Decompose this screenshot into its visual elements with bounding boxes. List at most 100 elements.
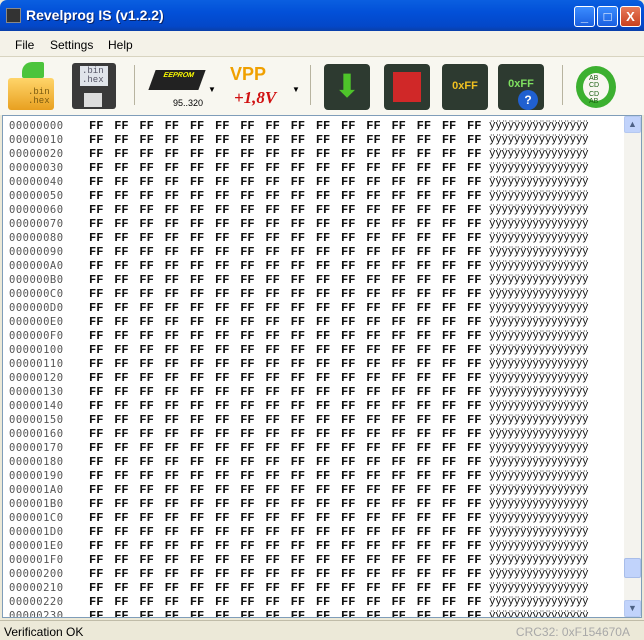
- read-button[interactable]: ⬇: [322, 60, 374, 110]
- chevron-down-icon[interactable]: ▼: [292, 85, 300, 94]
- row-bytes[interactable]: FF FF FF FF FF FF FF FF FF FF FF FF FF F…: [89, 427, 481, 441]
- row-bytes[interactable]: FF FF FF FF FF FF FF FF FF FF FF FF FF F…: [89, 371, 481, 385]
- row-ascii[interactable]: ÿÿÿÿÿÿÿÿÿÿÿÿÿÿÿÿ: [489, 329, 589, 343]
- row-bytes[interactable]: FF FF FF FF FF FF FF FF FF FF FF FF FF F…: [89, 245, 481, 259]
- row-bytes[interactable]: FF FF FF FF FF FF FF FF FF FF FF FF FF F…: [89, 385, 481, 399]
- row-ascii[interactable]: ÿÿÿÿÿÿÿÿÿÿÿÿÿÿÿÿ: [489, 581, 589, 595]
- row-ascii[interactable]: ÿÿÿÿÿÿÿÿÿÿÿÿÿÿÿÿ: [489, 245, 589, 259]
- chip-select-button[interactable]: EEPROM 95..320 ▼: [146, 60, 216, 110]
- row-bytes[interactable]: FF FF FF FF FF FF FF FF FF FF FF FF FF F…: [89, 511, 481, 525]
- row-address: 00000140: [9, 400, 64, 412]
- row-ascii[interactable]: ÿÿÿÿÿÿÿÿÿÿÿÿÿÿÿÿ: [489, 553, 589, 567]
- vpp-select-button[interactable]: VPP +1,8V ▼: [226, 60, 300, 110]
- row-bytes[interactable]: FF FF FF FF FF FF FF FF FF FF FF FF FF F…: [89, 413, 481, 427]
- row-bytes[interactable]: FF FF FF FF FF FF FF FF FF FF FF FF FF F…: [89, 567, 481, 581]
- row-ascii[interactable]: ÿÿÿÿÿÿÿÿÿÿÿÿÿÿÿÿ: [489, 385, 589, 399]
- row-bytes[interactable]: FF FF FF FF FF FF FF FF FF FF FF FF FF F…: [89, 175, 481, 189]
- row-ascii[interactable]: ÿÿÿÿÿÿÿÿÿÿÿÿÿÿÿÿ: [489, 119, 589, 133]
- row-ascii[interactable]: ÿÿÿÿÿÿÿÿÿÿÿÿÿÿÿÿ: [489, 301, 589, 315]
- row-bytes[interactable]: FF FF FF FF FF FF FF FF FF FF FF FF FF F…: [89, 217, 481, 231]
- row-address: 00000230: [9, 610, 64, 618]
- open-folder-icon: .bin .hex: [8, 78, 54, 110]
- row-ascii[interactable]: ÿÿÿÿÿÿÿÿÿÿÿÿÿÿÿÿ: [489, 483, 589, 497]
- row-ascii[interactable]: ÿÿÿÿÿÿÿÿÿÿÿÿÿÿÿÿ: [489, 399, 589, 413]
- row-bytes[interactable]: FF FF FF FF FF FF FF FF FF FF FF FF FF F…: [89, 161, 481, 175]
- row-bytes[interactable]: FF FF FF FF FF FF FF FF FF FF FF FF FF F…: [89, 609, 481, 617]
- row-bytes[interactable]: FF FF FF FF FF FF FF FF FF FF FF FF FF F…: [89, 539, 481, 553]
- row-ascii[interactable]: ÿÿÿÿÿÿÿÿÿÿÿÿÿÿÿÿ: [489, 133, 589, 147]
- blank-check-button[interactable]: 0xFF ?: [496, 60, 548, 110]
- row-ascii[interactable]: ÿÿÿÿÿÿÿÿÿÿÿÿÿÿÿÿ: [489, 175, 589, 189]
- hex-editor[interactable]: 00000000 FF FF FF FF FF FF FF FF FF FF FF…: [2, 115, 642, 618]
- row-bytes[interactable]: FF FF FF FF FF FF FF FF FF FF FF FF FF F…: [89, 553, 481, 567]
- row-ascii[interactable]: ÿÿÿÿÿÿÿÿÿÿÿÿÿÿÿÿ: [489, 469, 589, 483]
- row-ascii[interactable]: ÿÿÿÿÿÿÿÿÿÿÿÿÿÿÿÿ: [489, 217, 589, 231]
- maximize-button[interactable]: □: [597, 6, 618, 27]
- row-ascii[interactable]: ÿÿÿÿÿÿÿÿÿÿÿÿÿÿÿÿ: [489, 567, 589, 581]
- row-bytes[interactable]: FF FF FF FF FF FF FF FF FF FF FF FF FF F…: [89, 231, 481, 245]
- row-ascii[interactable]: ÿÿÿÿÿÿÿÿÿÿÿÿÿÿÿÿ: [489, 189, 589, 203]
- row-ascii[interactable]: ÿÿÿÿÿÿÿÿÿÿÿÿÿÿÿÿ: [489, 525, 589, 539]
- row-ascii[interactable]: ÿÿÿÿÿÿÿÿÿÿÿÿÿÿÿÿ: [489, 315, 589, 329]
- row-ascii[interactable]: ÿÿÿÿÿÿÿÿÿÿÿÿÿÿÿÿ: [489, 259, 589, 273]
- row-bytes[interactable]: FF FF FF FF FF FF FF FF FF FF FF FF FF F…: [89, 189, 481, 203]
- row-ascii[interactable]: ÿÿÿÿÿÿÿÿÿÿÿÿÿÿÿÿ: [489, 511, 589, 525]
- row-bytes[interactable]: FF FF FF FF FF FF FF FF FF FF FF FF FF F…: [89, 595, 481, 609]
- read-arrow-icon: ⬇: [324, 64, 370, 110]
- row-bytes[interactable]: FF FF FF FF FF FF FF FF FF FF FF FF FF F…: [89, 301, 481, 315]
- row-ascii[interactable]: ÿÿÿÿÿÿÿÿÿÿÿÿÿÿÿÿ: [489, 427, 589, 441]
- row-ascii[interactable]: ÿÿÿÿÿÿÿÿÿÿÿÿÿÿÿÿ: [489, 287, 589, 301]
- row-bytes[interactable]: FF FF FF FF FF FF FF FF FF FF FF FF FF F…: [89, 525, 481, 539]
- erase-button[interactable]: 0xFF: [440, 60, 492, 110]
- save-file-button[interactable]: .bin .hex: [70, 60, 122, 110]
- row-bytes[interactable]: FF FF FF FF FF FF FF FF FF FF FF FF FF F…: [89, 343, 481, 357]
- byte-swap-button[interactable]: AB CD CD AB: [572, 60, 624, 110]
- menu-help[interactable]: Help: [108, 38, 133, 52]
- minimize-button[interactable]: _: [574, 6, 595, 27]
- row-ascii[interactable]: ÿÿÿÿÿÿÿÿÿÿÿÿÿÿÿÿ: [489, 343, 589, 357]
- row-ascii[interactable]: ÿÿÿÿÿÿÿÿÿÿÿÿÿÿÿÿ: [489, 161, 589, 175]
- row-ascii[interactable]: ÿÿÿÿÿÿÿÿÿÿÿÿÿÿÿÿ: [489, 413, 589, 427]
- row-ascii[interactable]: ÿÿÿÿÿÿÿÿÿÿÿÿÿÿÿÿ: [489, 455, 589, 469]
- row-bytes[interactable]: FF FF FF FF FF FF FF FF FF FF FF FF FF F…: [89, 273, 481, 287]
- row-bytes[interactable]: FF FF FF FF FF FF FF FF FF FF FF FF FF F…: [89, 287, 481, 301]
- scroll-thumb[interactable]: [624, 557, 641, 578]
- scroll-up-button[interactable]: ▲: [624, 116, 641, 133]
- row-ascii[interactable]: ÿÿÿÿÿÿÿÿÿÿÿÿÿÿÿÿ: [489, 357, 589, 371]
- row-bytes[interactable]: FF FF FF FF FF FF FF FF FF FF FF FF FF F…: [89, 455, 481, 469]
- row-ascii[interactable]: ÿÿÿÿÿÿÿÿÿÿÿÿÿÿÿÿ: [489, 273, 589, 287]
- row-ascii[interactable]: ÿÿÿÿÿÿÿÿÿÿÿÿÿÿÿÿ: [489, 609, 589, 617]
- row-ascii[interactable]: ÿÿÿÿÿÿÿÿÿÿÿÿÿÿÿÿ: [489, 497, 589, 511]
- row-bytes[interactable]: FF FF FF FF FF FF FF FF FF FF FF FF FF F…: [89, 357, 481, 371]
- row-ascii[interactable]: ÿÿÿÿÿÿÿÿÿÿÿÿÿÿÿÿ: [489, 539, 589, 553]
- row-ascii[interactable]: ÿÿÿÿÿÿÿÿÿÿÿÿÿÿÿÿ: [489, 371, 589, 385]
- write-button[interactable]: [382, 60, 434, 110]
- row-ascii[interactable]: ÿÿÿÿÿÿÿÿÿÿÿÿÿÿÿÿ: [489, 203, 589, 217]
- row-bytes[interactable]: FF FF FF FF FF FF FF FF FF FF FF FF FF F…: [89, 203, 481, 217]
- row-bytes[interactable]: FF FF FF FF FF FF FF FF FF FF FF FF FF F…: [89, 147, 481, 161]
- menu-settings[interactable]: Settings: [50, 38, 93, 52]
- row-ascii[interactable]: ÿÿÿÿÿÿÿÿÿÿÿÿÿÿÿÿ: [489, 595, 589, 609]
- open-file-button[interactable]: .bin .hex: [6, 60, 58, 110]
- row-ascii[interactable]: ÿÿÿÿÿÿÿÿÿÿÿÿÿÿÿÿ: [489, 441, 589, 455]
- row-ascii[interactable]: ÿÿÿÿÿÿÿÿÿÿÿÿÿÿÿÿ: [489, 147, 589, 161]
- scroll-down-button[interactable]: ▼: [624, 600, 641, 617]
- close-button[interactable]: X: [620, 6, 641, 27]
- open-file-types: .bin .hex: [28, 87, 50, 106]
- row-bytes[interactable]: FF FF FF FF FF FF FF FF FF FF FF FF FF F…: [89, 483, 481, 497]
- row-bytes[interactable]: FF FF FF FF FF FF FF FF FF FF FF FF FF F…: [89, 497, 481, 511]
- row-bytes[interactable]: FF FF FF FF FF FF FF FF FF FF FF FF FF F…: [89, 469, 481, 483]
- vertical-scrollbar[interactable]: ▲ ▼: [624, 116, 641, 617]
- menu-file[interactable]: File: [15, 38, 34, 52]
- row-bytes[interactable]: FF FF FF FF FF FF FF FF FF FF FF FF FF F…: [89, 399, 481, 413]
- row-bytes[interactable]: FF FF FF FF FF FF FF FF FF FF FF FF FF F…: [89, 259, 481, 273]
- row-bytes[interactable]: FF FF FF FF FF FF FF FF FF FF FF FF FF F…: [89, 119, 481, 133]
- row-bytes[interactable]: FF FF FF FF FF FF FF FF FF FF FF FF FF F…: [89, 581, 481, 595]
- row-bytes[interactable]: FF FF FF FF FF FF FF FF FF FF FF FF FF F…: [89, 133, 481, 147]
- row-ascii[interactable]: ÿÿÿÿÿÿÿÿÿÿÿÿÿÿÿÿ: [489, 231, 589, 245]
- row-bytes[interactable]: FF FF FF FF FF FF FF FF FF FF FF FF FF F…: [89, 315, 481, 329]
- row-address: 00000090: [9, 246, 64, 258]
- chevron-down-icon[interactable]: ▼: [208, 85, 216, 94]
- row-bytes[interactable]: FF FF FF FF FF FF FF FF FF FF FF FF FF F…: [89, 329, 481, 343]
- row-bytes[interactable]: FF FF FF FF FF FF FF FF FF FF FF FF FF F…: [89, 441, 481, 455]
